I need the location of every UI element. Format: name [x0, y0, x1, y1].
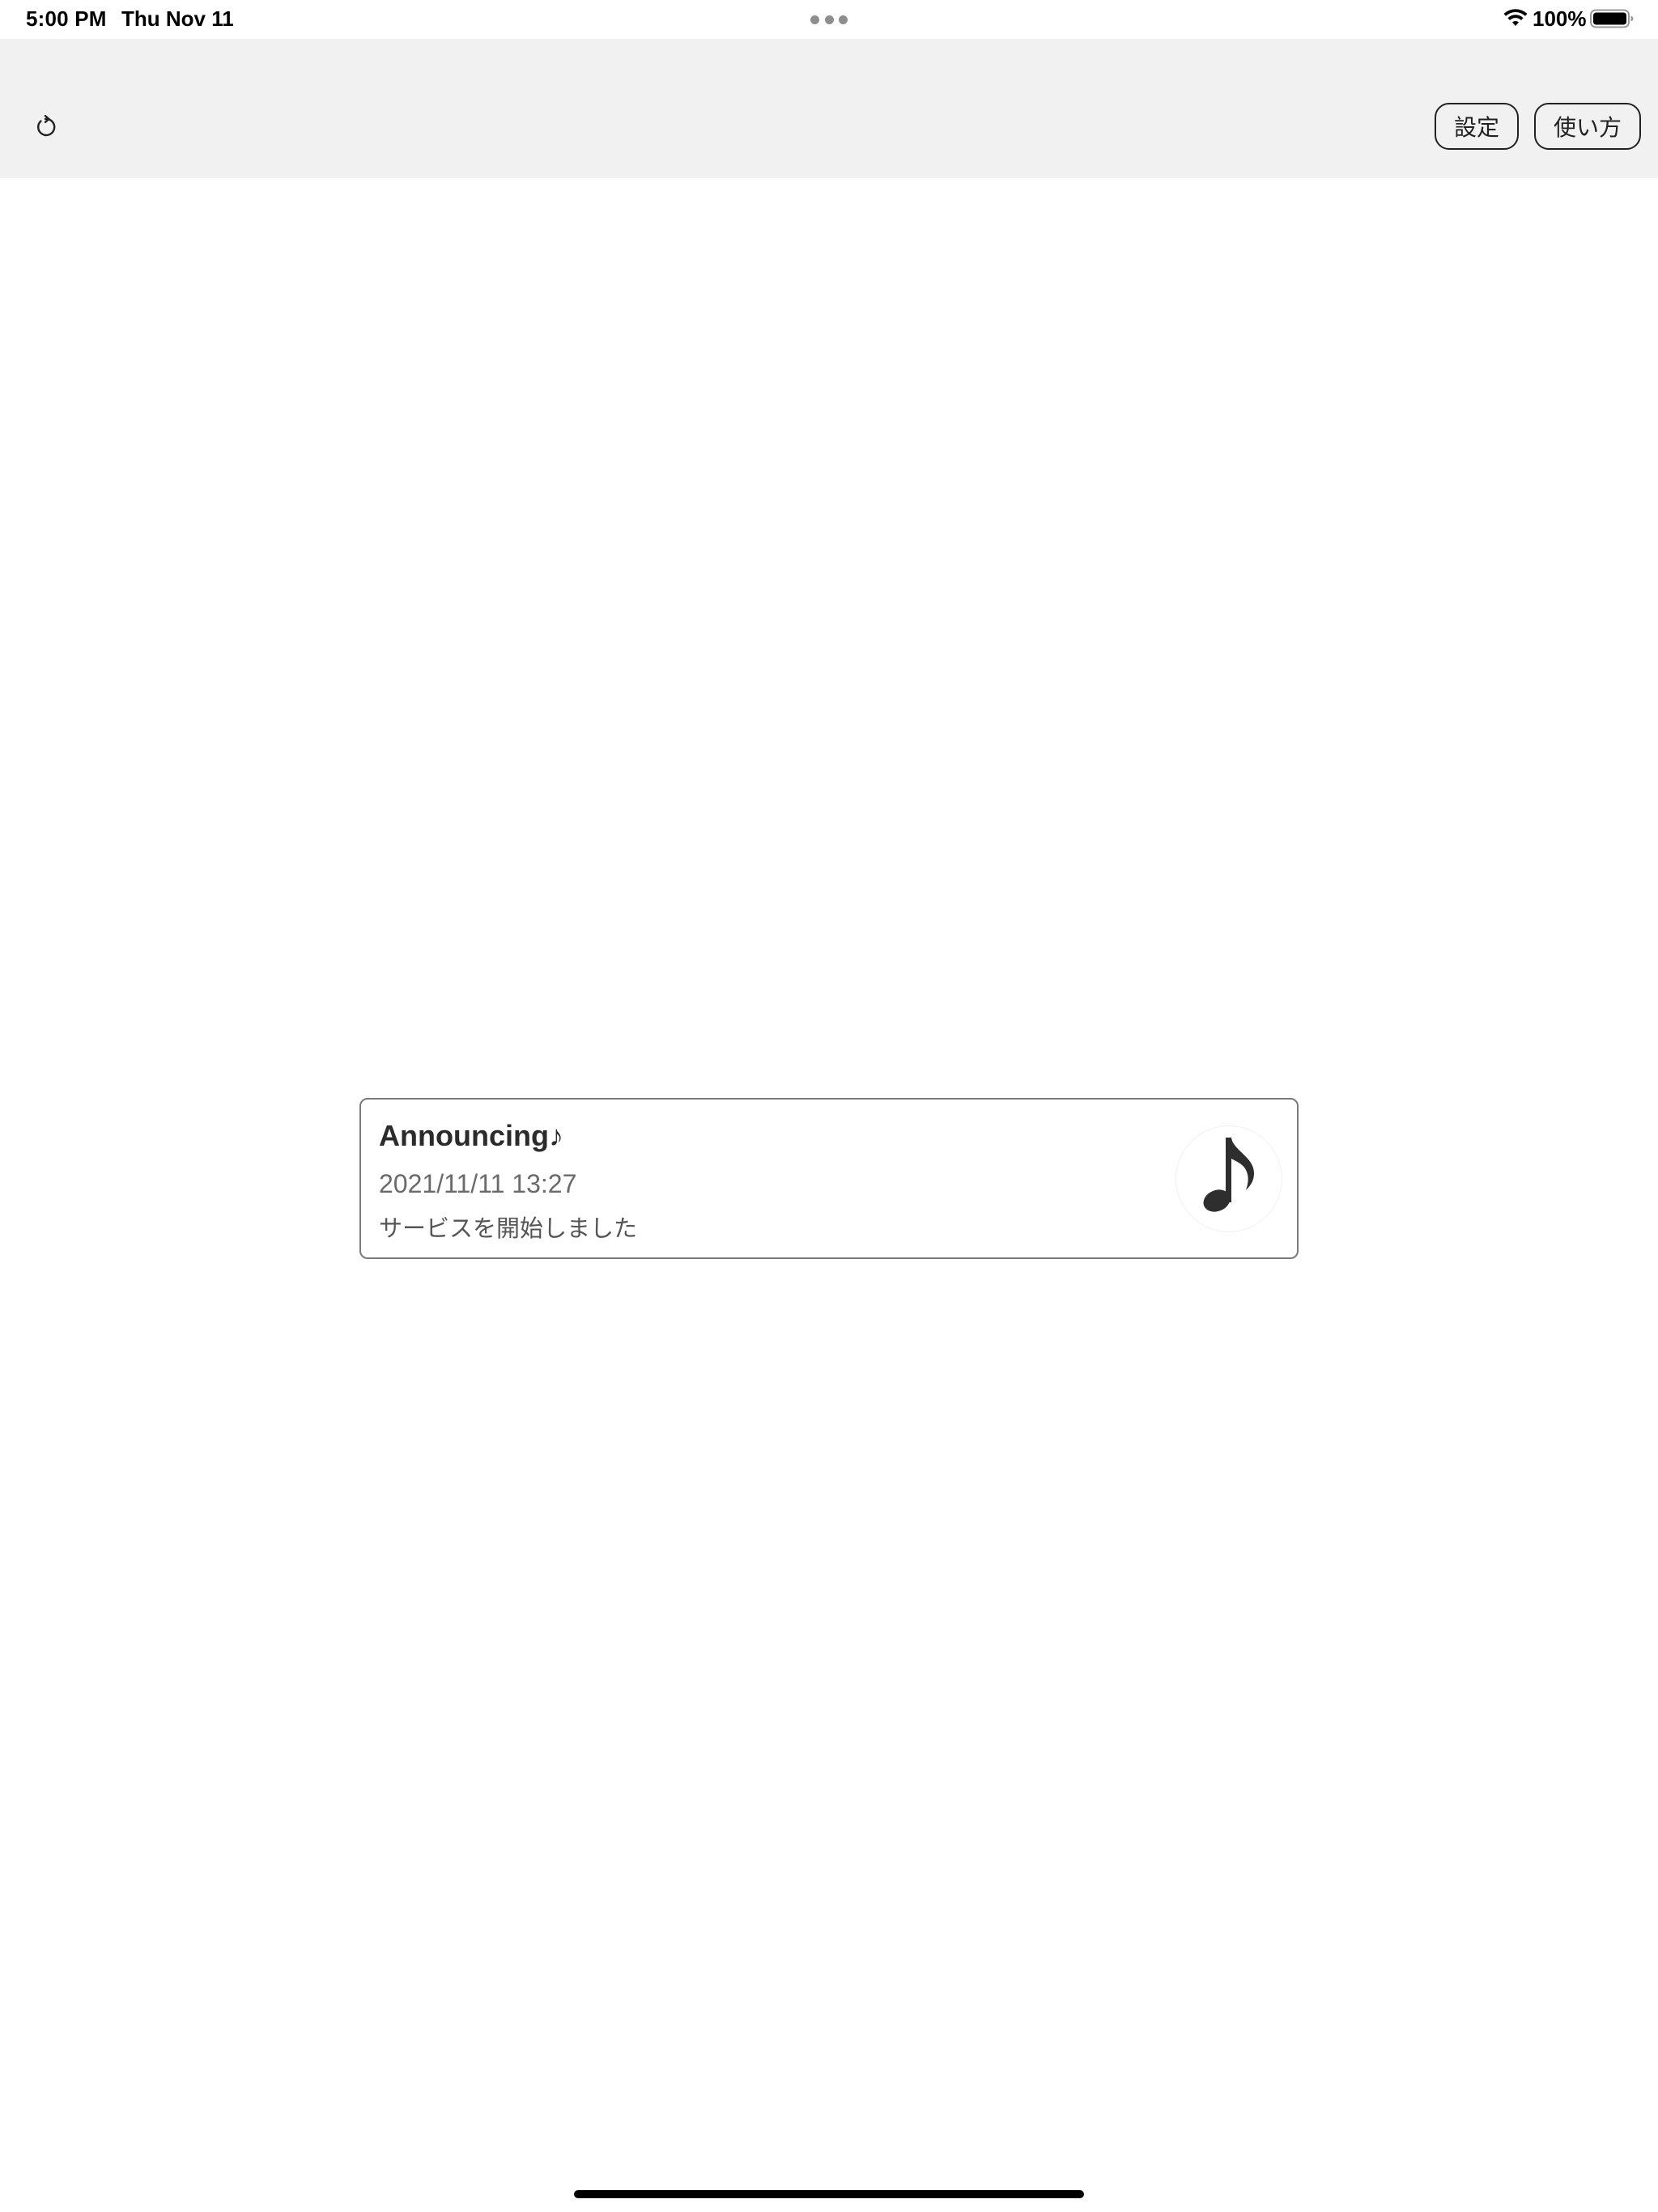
- announcement-date: 2021/11/11 13:27: [379, 1169, 577, 1198]
- how-to-use-button[interactable]: 使い方: [1534, 103, 1641, 150]
- announcement-card[interactable]: Announcing♪ 2021/11/11 13:27 サービスを開始しました: [359, 1098, 1299, 1259]
- battery-full-icon: [1590, 9, 1634, 28]
- refresh-icon: [37, 115, 56, 137]
- multitasking-dots-icon[interactable]: [810, 15, 848, 25]
- announcement-title: Announcing♪: [379, 1119, 563, 1152]
- battery-percent: 100%: [1533, 6, 1587, 31]
- wifi-icon: [1503, 9, 1528, 26]
- top-toolbar: 設定 使い方: [0, 39, 1658, 178]
- status-bar: 5:00 PM Thu Nov 11 100%: [0, 0, 1658, 39]
- status-time: 5:00 PM: [26, 6, 107, 31]
- settings-button[interactable]: 設定: [1435, 103, 1519, 150]
- announcement-message: サービスを開始しました: [379, 1214, 638, 1242]
- home-indicator[interactable]: [574, 2190, 1084, 2198]
- status-date: Thu Nov 11: [121, 6, 234, 31]
- refresh-button[interactable]: [29, 111, 62, 143]
- music-note-icon: [1175, 1125, 1282, 1232]
